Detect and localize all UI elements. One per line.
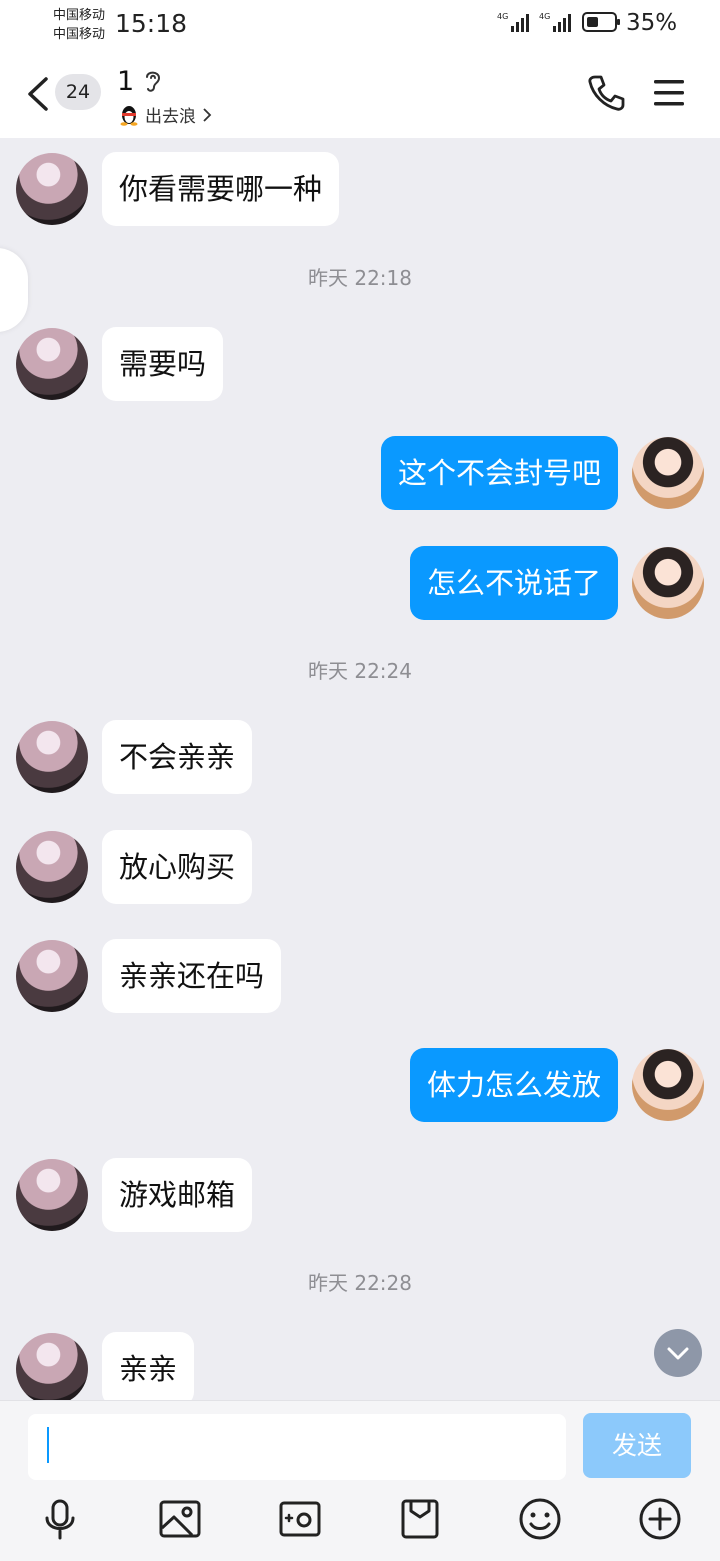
chat-status-label: 出去浪 bbox=[145, 107, 196, 127]
message-bubble[interactable]: 这个不会封号吧 bbox=[380, 436, 618, 510]
svg-text:4G: 4G bbox=[497, 12, 508, 21]
signal-4g-icon-2: 4G bbox=[539, 12, 571, 32]
message-list[interactable]: 你看需要哪一种 昨天 22:18 需要吗 这个不会封号吧 怎么不说话了 昨天 2… bbox=[0, 138, 720, 1400]
contact-avatar[interactable] bbox=[16, 721, 88, 793]
chat-status[interactable]: 出去浪 bbox=[119, 102, 212, 127]
message-bubble[interactable]: 你看需要哪一种 bbox=[102, 152, 340, 226]
message-input[interactable] bbox=[28, 1414, 566, 1480]
svg-text:4G: 4G bbox=[539, 12, 550, 21]
message-row: 放心购买 bbox=[0, 830, 720, 904]
file-icon[interactable] bbox=[398, 1497, 442, 1541]
contact-avatar[interactable] bbox=[16, 1159, 88, 1231]
carrier-1: 中国移动 bbox=[53, 8, 106, 23]
timestamp: 昨天 22:18 bbox=[308, 266, 412, 290]
message-row: 你看需要哪一种 bbox=[0, 152, 720, 226]
message-row: 这个不会封号吧 bbox=[0, 436, 720, 510]
input-bar: 发送 bbox=[0, 1400, 720, 1561]
image-icon[interactable] bbox=[158, 1497, 202, 1541]
message-bubble[interactable]: 亲亲还在吗 bbox=[102, 939, 282, 1013]
timestamp: 昨天 22:28 bbox=[308, 1271, 412, 1295]
message-bubble[interactable]: 不会亲亲 bbox=[102, 720, 253, 794]
menu-icon[interactable] bbox=[653, 78, 685, 108]
unread-count-badge[interactable]: 24 bbox=[55, 74, 101, 110]
self-avatar[interactable] bbox=[632, 547, 704, 619]
phone-call-icon[interactable] bbox=[587, 74, 625, 112]
self-avatar[interactable] bbox=[632, 437, 704, 509]
send-button[interactable]: 发送 bbox=[583, 1413, 691, 1478]
message-bubble[interactable]: 放心购买 bbox=[102, 830, 253, 904]
signal-4g-icon: 4G bbox=[497, 12, 529, 32]
message-row: 不会亲亲 bbox=[0, 720, 720, 794]
contact-avatar[interactable] bbox=[16, 831, 88, 903]
scroll-to-bottom-button[interactable] bbox=[654, 1329, 702, 1377]
message-row: 亲亲还在吗 bbox=[0, 939, 720, 1013]
text-caret bbox=[47, 1427, 49, 1463]
message-bubble[interactable]: 亲亲 bbox=[102, 1332, 195, 1400]
message-row: 体力怎么发放 bbox=[0, 1048, 720, 1122]
message-bubble[interactable]: 怎么不说话了 bbox=[409, 546, 618, 620]
message-bubble[interactable]: 需要吗 bbox=[102, 327, 224, 401]
message-bubble[interactable]: 游戏邮箱 bbox=[102, 1158, 253, 1232]
battery-icon bbox=[582, 12, 620, 32]
qq-penguin-icon bbox=[120, 105, 138, 126]
emoji-icon[interactable] bbox=[518, 1497, 562, 1541]
ear-icon bbox=[146, 71, 161, 92]
contact-avatar[interactable] bbox=[16, 328, 88, 400]
message-row: 亲亲 bbox=[0, 1332, 720, 1400]
self-avatar[interactable] bbox=[632, 1049, 704, 1121]
chat-title[interactable]: 1 bbox=[117, 66, 134, 97]
carrier-2: 中国移动 bbox=[53, 27, 106, 42]
camera-icon[interactable] bbox=[278, 1497, 322, 1541]
battery-percentage: 35% bbox=[626, 10, 678, 36]
contact-avatar[interactable] bbox=[16, 1333, 88, 1400]
carrier-labels: 中国移动 中国移动 bbox=[53, 6, 105, 44]
message-bubble[interactable]: 体力怎么发放 bbox=[409, 1048, 618, 1122]
message-row: 需要吗 bbox=[0, 327, 720, 401]
contact-avatar[interactable] bbox=[16, 940, 88, 1012]
system-icons: 4G 4G bbox=[497, 10, 623, 34]
timestamp: 昨天 22:24 bbox=[308, 659, 412, 683]
clock: 15:18 bbox=[115, 9, 188, 38]
chevron-down-icon bbox=[667, 1347, 689, 1360]
chevron-right-icon bbox=[203, 107, 212, 122]
message-row: 游戏邮箱 bbox=[0, 1158, 720, 1232]
message-row: 怎么不说话了 bbox=[0, 546, 720, 620]
plus-icon[interactable] bbox=[638, 1497, 682, 1541]
back-arrow-icon[interactable] bbox=[24, 76, 52, 112]
status-bar: 中国移动 中国移动 15:18 4G 4G 35% bbox=[0, 0, 720, 50]
contact-avatar[interactable] bbox=[16, 153, 88, 225]
chat-header: 24 1 出去浪 bbox=[0, 50, 720, 138]
mic-icon[interactable] bbox=[38, 1497, 82, 1541]
